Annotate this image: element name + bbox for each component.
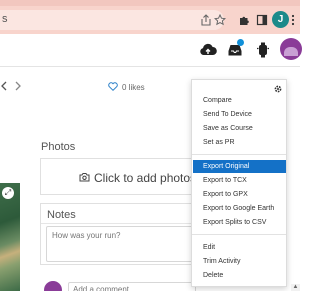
add-photos-area[interactable]: Click to add photos to [40, 158, 209, 195]
heart-icon [108, 82, 118, 93]
side-panel-icon[interactable] [252, 10, 272, 30]
site-header [0, 34, 302, 66]
bookmark-star-icon[interactable] [210, 10, 230, 30]
menu-item-trim-activity[interactable]: Trim Activity [193, 255, 286, 268]
next-activity-chevron-icon[interactable] [14, 79, 22, 94]
comment-input[interactable] [68, 282, 196, 291]
menu-item-export-original[interactable]: Export Original [193, 160, 286, 173]
menu-item-compare[interactable]: Compare [193, 94, 286, 107]
browser-menu-icon[interactable] [286, 10, 300, 30]
notes-panel: Notes [40, 203, 200, 265]
notification-badge [237, 39, 244, 46]
likes-counter[interactable]: 0 likes [108, 82, 145, 93]
expand-map-icon[interactable]: ⤢ [2, 187, 14, 199]
camera-icon [79, 171, 90, 185]
menu-item-send-to-device[interactable]: Send To Device [193, 108, 286, 121]
user-avatar[interactable] [280, 38, 302, 60]
likes-text: 0 likes [122, 83, 145, 92]
scroll-up-arrow-icon[interactable]: ▲ [291, 284, 300, 291]
extensions-puzzle-icon[interactable] [234, 10, 254, 30]
comment-user-avatar [44, 281, 62, 291]
menu-divider [192, 154, 286, 155]
photos-title: Photos [41, 141, 76, 153]
upload-cloud-icon[interactable] [197, 39, 219, 61]
device-watch-icon[interactable] [252, 39, 274, 61]
menu-item-export-splits-csv[interactable]: Export Splits to CSV [193, 216, 286, 229]
address-bar[interactable]: s [0, 10, 224, 30]
route-map-thumbnail[interactable]: ⤢ [0, 183, 20, 291]
menu-item-save-as-course[interactable]: Save as Course [193, 122, 286, 135]
comment-row [40, 278, 200, 291]
notes-divider [41, 223, 199, 224]
notes-title: Notes [47, 209, 76, 221]
header-divider [0, 66, 300, 67]
menu-item-export-google-earth[interactable]: Export to Google Earth [193, 202, 286, 215]
menu-item-edit[interactable]: Edit [193, 241, 286, 254]
notes-textarea[interactable] [46, 226, 198, 262]
browser-toolbar: s J [0, 6, 300, 34]
menu-item-export-tcx[interactable]: Export to TCX [193, 174, 286, 187]
address-bar-text: s [2, 13, 8, 25]
menu-item-delete[interactable]: Delete [193, 269, 286, 282]
activity-actions-menu: Compare Send To Device Save as Course Se… [191, 79, 287, 287]
previous-activity-chevron-icon[interactable] [0, 79, 8, 94]
menu-item-set-as-pr[interactable]: Set as PR [193, 136, 286, 149]
menu-divider [192, 234, 286, 235]
menu-item-export-gpx[interactable]: Export to GPX [193, 188, 286, 201]
